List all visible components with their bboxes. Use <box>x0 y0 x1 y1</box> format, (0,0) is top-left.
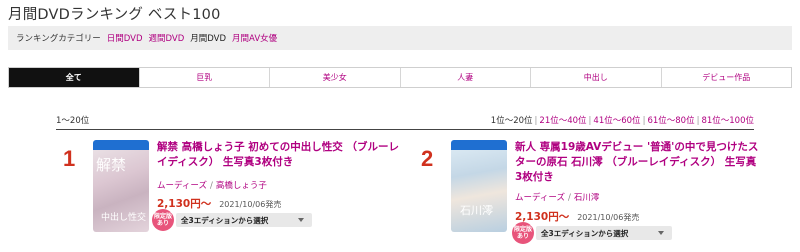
range-link-1-20[interactable]: 1位〜20位 <box>491 116 533 126</box>
meta-separator: / <box>209 181 213 191</box>
limited-edition-badge: 限定版 あり <box>152 209 174 231</box>
limited-edition-badge: 限定版 あり <box>512 222 534 244</box>
product-cover-image[interactable]: 石川澪 <box>451 140 507 232</box>
range-separator: | <box>642 116 646 126</box>
actress-link[interactable]: 高橋しょう子 <box>216 181 267 191</box>
tab-debut[interactable]: デビュー作品 <box>660 68 792 87</box>
cover-subtitle-text: 石川澪 <box>460 204 493 217</box>
edition-select[interactable]: 全3エディションから選択 <box>536 226 672 240</box>
category-label: ランキングカテゴリー <box>16 34 101 44</box>
tab-beautiful-girl[interactable]: 美少女 <box>269 68 400 87</box>
chevron-down-icon <box>658 231 664 235</box>
range-link-21-40[interactable]: 21位〜40位 <box>539 116 586 126</box>
section-divider <box>56 129 754 130</box>
product-title-link[interactable]: 解禁 高橋しょう子 初めての中出し性交 （ブルーレイディスク） 生写真3枚付き <box>157 140 405 170</box>
release-date: 2021/10/06発売 <box>219 200 282 209</box>
range-current: 1〜20位 <box>56 116 90 126</box>
edition-select-label: 全3エディションから選択 <box>541 228 629 238</box>
product-meta: ムーディーズ / 高橋しょう子 <box>157 179 267 191</box>
product-cover-image[interactable]: 解禁 中出し性交 <box>93 140 149 232</box>
studio-link[interactable]: ムーディーズ <box>515 193 565 203</box>
range-link-41-60[interactable]: 41位〜60位 <box>593 116 640 126</box>
category-link-monthly-actress[interactable]: 月間AV女優 <box>232 32 277 44</box>
tab-big-breasts[interactable]: 巨乳 <box>138 68 270 87</box>
ranking-range-row: 1〜20位 1位〜20位 | 21位〜40位 | 41位〜60位 | 61位〜80位 | 81位… <box>8 112 792 126</box>
product-meta: ムーディーズ / 石川澪 <box>515 191 599 203</box>
tab-married-woman[interactable]: 人妻 <box>399 68 531 87</box>
tab-all[interactable]: 全て <box>9 68 139 87</box>
range-separator: | <box>588 116 592 126</box>
studio-link[interactable]: ムーディーズ <box>157 181 207 191</box>
price: 2,130円〜 <box>157 198 212 210</box>
genre-tabs: 全て 巨乳 美少女 人妻 中出し デビュー作品 <box>8 67 792 88</box>
meta-separator: / <box>567 193 571 203</box>
category-link-weekly[interactable]: 週間DVD <box>149 32 185 44</box>
price-row: 2,130円〜 2021/10/06発売 <box>515 205 639 224</box>
price-row: 2,130円〜 2021/10/06発売 <box>157 192 281 211</box>
bluray-case-band <box>93 140 149 150</box>
chevron-down-icon <box>298 218 304 222</box>
range-links: 1位〜20位 | 21位〜40位 | 41位〜60位 | 61位〜80位 | 81位〜100位 <box>491 114 754 126</box>
range-link-81-100[interactable]: 81位〜100位 <box>701 116 754 126</box>
edition-select-label: 全3エディションから選択 <box>181 215 269 225</box>
range-separator: | <box>696 116 700 126</box>
range-link-61-80[interactable]: 61位〜80位 <box>647 116 694 126</box>
product-title-link[interactable]: 新人 専属19歳AVデビュー '普通'の中で見つけたスターの原石 石川澪 （ブル… <box>515 140 759 185</box>
edition-select[interactable]: 全3エディションから選択 <box>176 213 312 227</box>
rank-number: 2 <box>421 146 434 171</box>
page-title: 月間DVDランキング ベスト100 <box>8 7 221 23</box>
cover-art <box>451 150 507 232</box>
category-link-monthly[interactable]: 月間DVD <box>190 32 226 44</box>
cover-title-text: 解禁 <box>96 156 127 174</box>
bluray-case-band <box>451 140 507 150</box>
rank-number: 1 <box>63 146 76 171</box>
category-bar: ランキングカテゴリー 日間DVD 週間DVD 月間DVD 月間AV女優 <box>8 26 792 50</box>
tab-creampie[interactable]: 中出し <box>530 68 661 87</box>
cover-subtitle-text: 中出し性交 <box>101 213 147 223</box>
category-link-daily[interactable]: 日間DVD <box>107 32 143 44</box>
range-separator: | <box>534 116 538 126</box>
actress-link[interactable]: 石川澪 <box>574 193 600 203</box>
release-date: 2021/10/06発売 <box>577 213 640 222</box>
